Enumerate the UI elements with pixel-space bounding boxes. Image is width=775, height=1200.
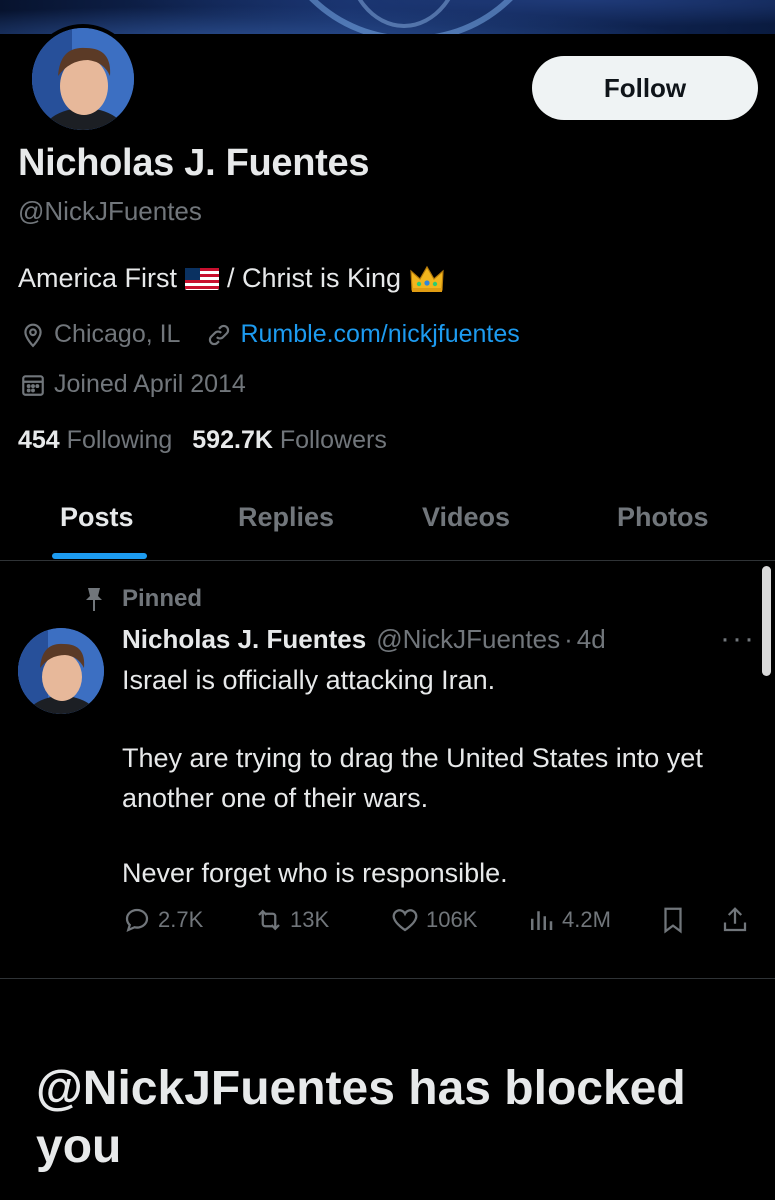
like-button[interactable]: 106K — [390, 905, 477, 935]
tab-replies[interactable]: Replies — [238, 502, 334, 533]
post-text-line: They are trying to drag the United State… — [122, 743, 703, 813]
post-text-line: Israel is officially attacking Iran. — [122, 665, 496, 695]
location-icon — [24, 323, 42, 347]
like-icon — [392, 909, 418, 932]
link-icon — [209, 324, 230, 345]
repost-button[interactable]: 13K — [254, 905, 329, 935]
profile-name: Nicholas J. Fuentes — [18, 142, 370, 184]
profile-location: Chicago, IL — [54, 320, 181, 348]
blocked-message: @NickJFuentes has blocked you — [36, 1062, 686, 1173]
post-separator: · — [564, 624, 573, 654]
profile-bio: America First / Christ is King — [18, 263, 445, 294]
post-age[interactable]: 4d — [577, 624, 606, 655]
following-stat[interactable]: 454 Following — [18, 426, 172, 455]
profile-joined: Joined April 2014 — [54, 370, 246, 398]
share-icon — [723, 907, 747, 932]
post-actions: 2.7K 13K 106K 4.2M — [122, 905, 758, 945]
post-header: Nicholas J. Fuentes @NickJFuentes · 4d — [122, 624, 606, 655]
profile-handle: @NickJFuentes — [18, 196, 202, 226]
profile-avatar[interactable] — [28, 24, 138, 134]
profile-meta: Chicago, IL Rumble.com/nickjfuentes — [20, 320, 520, 349]
follow-button[interactable]: Follow — [532, 56, 758, 120]
bookmark-button[interactable] — [658, 905, 688, 935]
pinned-label: Pinned — [82, 585, 202, 613]
flag-icon — [185, 267, 220, 290]
views-icon — [531, 911, 553, 930]
post-author-handle[interactable]: @NickJFuentes — [376, 624, 560, 655]
profile-joined-row: Joined April 2014 — [20, 370, 246, 399]
post-divider — [0, 978, 775, 979]
pin-icon — [86, 588, 102, 611]
profile-banner[interactable] — [0, 0, 775, 34]
bio-text-2: / Christ is King — [227, 263, 402, 293]
crown-icon — [410, 265, 444, 292]
post-author-name[interactable]: Nicholas J. Fuentes — [122, 624, 366, 655]
tab-videos[interactable]: Videos — [422, 502, 510, 533]
more-options-icon[interactable]: ··· — [720, 622, 756, 656]
tab-posts[interactable]: Posts — [60, 502, 134, 533]
reply-icon — [125, 908, 149, 933]
active-tab-indicator — [52, 553, 147, 559]
reply-button[interactable]: 2.7K — [122, 905, 203, 935]
profile-stats: 454 Following 592.7K Followers — [18, 426, 387, 455]
share-button[interactable] — [720, 905, 750, 935]
tab-photos[interactable]: Photos — [617, 502, 709, 533]
post-author-avatar[interactable] — [18, 628, 104, 714]
calendar-icon — [22, 374, 44, 396]
profile-tabs: Posts Replies Videos Photos — [0, 480, 775, 561]
bookmark-icon — [664, 907, 682, 934]
post-text-line: Never forget who is responsible. — [122, 858, 508, 888]
profile-website-link[interactable]: Rumble.com/nickjfuentes — [240, 320, 519, 349]
scrollbar[interactable] — [762, 566, 771, 676]
views-button[interactable]: 4.2M — [526, 905, 611, 935]
bio-text-1: America First — [18, 263, 178, 293]
followers-stat[interactable]: 592.7K Followers — [192, 426, 387, 455]
repost-icon — [258, 909, 280, 931]
